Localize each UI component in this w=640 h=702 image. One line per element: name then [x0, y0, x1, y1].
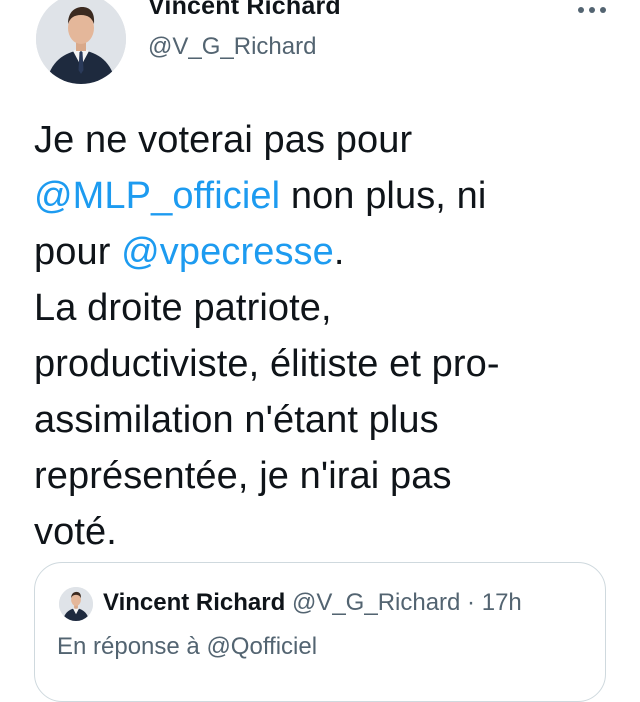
- quoted-avatar-image: [59, 587, 93, 621]
- tweet-line: représentée, je n'irai pas: [34, 448, 624, 504]
- author-handle[interactable]: @V_G_Richard: [148, 33, 316, 61]
- tweet-text-segment: non plus, ni: [280, 175, 487, 217]
- mention-link[interactable]: @vpecresse: [121, 231, 334, 273]
- avatar-image: [36, 0, 126, 84]
- tweet-line: assimilation n'étant plus: [34, 392, 624, 448]
- quoted-tweet-header: Vincent Richard @V_G_Richard · 17h: [103, 589, 522, 617]
- tweet-line: La droite patriote,: [34, 280, 624, 336]
- quoted-tweet-card[interactable]: Vincent Richard @V_G_Richard · 17h En ré…: [34, 562, 606, 702]
- mention-link[interactable]: @MLP_officiel: [34, 175, 280, 217]
- tweet-line: productiviste, élitiste et pro-: [34, 336, 624, 392]
- quoted-handle[interactable]: @V_G_Richard: [292, 589, 460, 616]
- tweet-text-segment: .: [333, 231, 345, 273]
- author-display-name[interactable]: Vincent Richard: [148, 0, 341, 21]
- tweet-text-segment: productiviste, élitiste et pro-: [34, 343, 500, 385]
- avatar[interactable]: [36, 0, 126, 84]
- more-options-button[interactable]: [572, 0, 612, 22]
- tweet-text-segment: représentée, je n'irai pas: [34, 455, 452, 497]
- tweet-text-segment: pour: [34, 231, 122, 273]
- tweet-text-segment: voté.: [34, 511, 117, 553]
- quoted-reply-context: En réponse à @Qofficiel: [57, 633, 317, 661]
- tweet-text: Je ne voterai pas pour @MLP_officiel non …: [34, 112, 624, 560]
- tweet-line: @MLP_officiel non plus, ni: [34, 168, 624, 224]
- tweet: Vincent Richard @V_G_Richard Je ne voter…: [0, 0, 640, 702]
- reply-to-prefix: En réponse à: [57, 633, 207, 660]
- tweet-line: Je ne voterai pas pour: [34, 112, 624, 168]
- reply-to-handle[interactable]: @Qofficiel: [206, 633, 317, 660]
- tweet-text-segment: La droite patriote,: [34, 287, 332, 329]
- tweet-line: pour @vpecresse.: [34, 224, 624, 280]
- tweet-line: voté.: [34, 504, 624, 560]
- more-horizontal-icon: [578, 7, 606, 13]
- quoted-display-name[interactable]: Vincent Richard: [103, 589, 285, 616]
- tweet-text-segment: Je ne voterai pas pour: [34, 119, 413, 161]
- tweet-text-segment: assimilation n'étant plus: [34, 399, 439, 441]
- quoted-timestamp[interactable]: 17h: [482, 589, 522, 616]
- quoted-separator: ·: [460, 589, 482, 616]
- quoted-avatar[interactable]: [59, 587, 93, 621]
